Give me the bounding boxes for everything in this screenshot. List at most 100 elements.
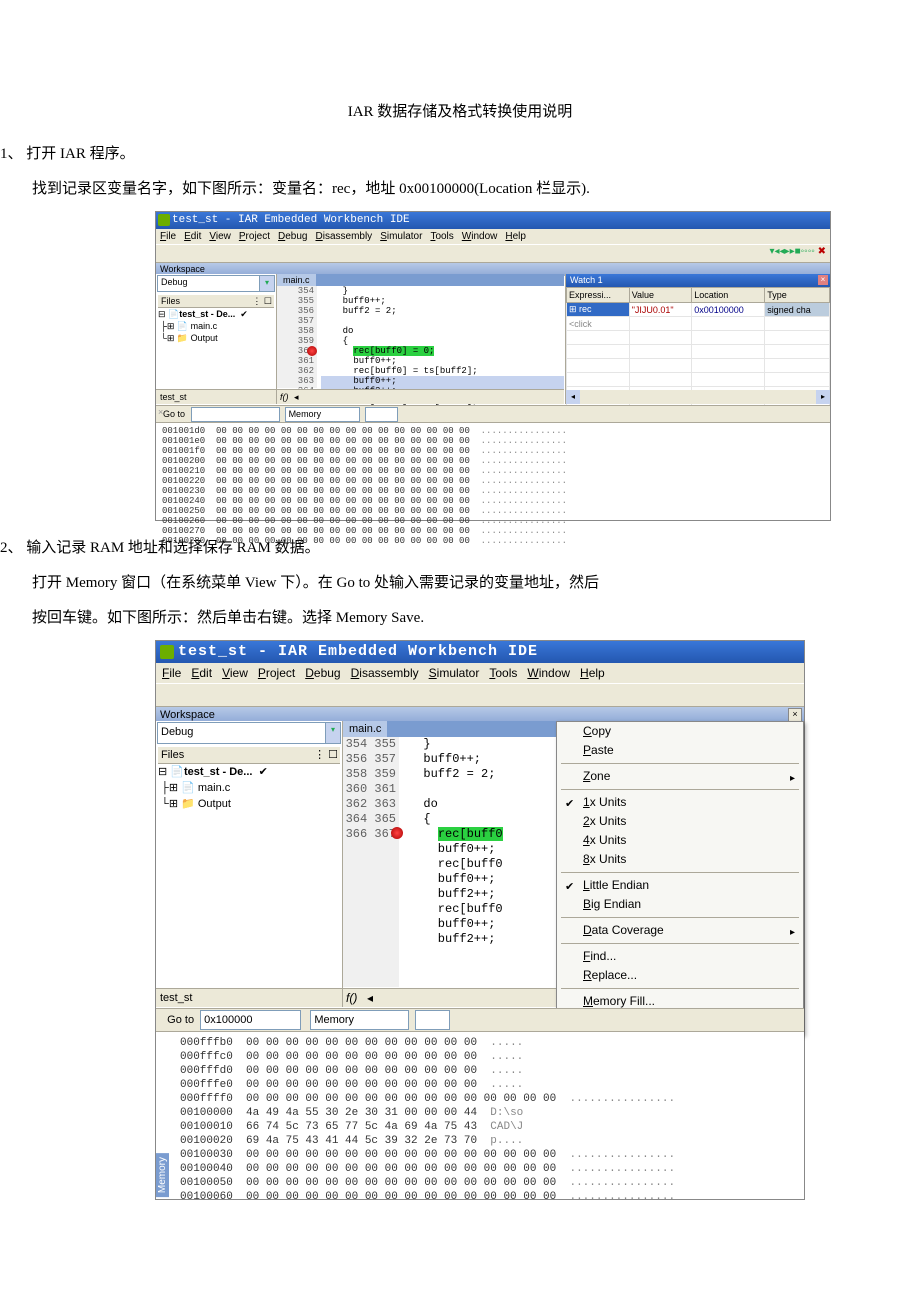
menu-item-paste[interactable]: Paste [557,741,803,760]
toolbar[interactable]: ▾◂◂▸▸■◦◦◦◦ ✖ [156,244,830,263]
watch-scrollbar[interactable]: ◂▸ [566,390,830,404]
menu-disassembly[interactable]: Disassembly [315,231,372,242]
menu-help[interactable]: Help [580,666,605,680]
breakpoint-icon[interactable] [391,827,403,839]
menu-item-4x-units[interactable]: 4x Units [557,831,803,850]
config-combo[interactable]: Debug [157,275,275,292]
menu-view[interactable]: View [222,666,248,680]
menu-item-big-endian[interactable]: Big Endian [557,895,803,914]
menu-disassembly[interactable]: Disassembly [351,666,419,680]
goto-input[interactable] [191,407,280,422]
menu-item-data-coverage[interactable]: Data Coverage▸ [557,921,803,940]
menu-project[interactable]: Project [239,231,270,242]
watch-panel: Watch 1× Expressi...ValueLocationType ⊞ … [565,274,830,404]
memory-dump[interactable]: 000fffb0 00 00 00 00 00 00 00 00 00 00 0… [156,1032,804,1208]
menu-file[interactable]: File [160,231,176,242]
debug-toolbar-icons[interactable]: ▾◂◂▸▸■◦◦◦◦ ✖ [770,246,827,257]
menu-item-8x-units[interactable]: 8x Units [557,850,803,869]
close-icon[interactable]: × [158,408,167,417]
editor-tab-main[interactable]: main.c [277,274,316,286]
memory-combo[interactable]: Memory [285,407,360,422]
menubar[interactable]: File Edit View Project Debug Disassembly Simul… [156,229,830,244]
toolbar[interactable] [156,683,804,707]
menu-help[interactable]: Help [505,231,526,242]
workspace-tab[interactable]: test_st [156,389,276,404]
menu-window[interactable]: Window [527,666,570,680]
code-area[interactable]: } buff0++; buff2 = 2; do { rec[buff0 buf… [409,737,556,987]
menu-separator [561,789,799,790]
editor-tabs[interactable]: main.c [343,721,556,737]
menu-item-find[interactable]: Find... [557,947,803,966]
menu-item-2x-units[interactable]: 2x Units [557,812,803,831]
editor[interactable]: main.c 354 355 356 357 358 359 360 361 3… [276,274,564,404]
files-header: Files⋮ ☐ [158,747,340,764]
window-title: test_st - IAR Embedded Workbench IDE [156,641,804,663]
editor-tabs[interactable]: main.c [277,274,564,286]
menu-window[interactable]: Window [462,231,498,242]
menu-debug[interactable]: Debug [305,666,340,680]
memory-combo[interactable]: Memory [310,1010,409,1030]
watch-expr[interactable]: ⊞ rec [567,303,630,317]
watch-col[interactable]: Value [629,288,692,303]
tree-output[interactable]: └⊞ 📁 Output [158,332,274,344]
menu-tools[interactable]: Tools [430,231,453,242]
menu-debug[interactable]: Debug [278,231,307,242]
gutter: 354 355 356 357 358 359 360 361 362 363 … [343,737,399,987]
menubar[interactable]: File Edit View Project Debug Disassembly Simul… [156,663,804,683]
tree-root[interactable]: ⊟ 📄test_st - De... ✔ [158,308,274,320]
menu-separator [561,943,799,944]
memory-toolbar[interactable]: Go to Memory [156,406,830,423]
watch-col[interactable]: Expressi... [567,288,630,303]
memory-width-combo[interactable] [415,1010,450,1030]
gutter: 354 355 356 357 358 359 360 361 362 363 … [277,286,317,388]
tree-main[interactable]: ├⊞ 📄 main.c [158,780,340,796]
menu-item-zone[interactable]: Zone▸ [557,767,803,786]
menu-view[interactable]: View [209,231,231,242]
memory-dump[interactable]: 001001d0 00 00 00 00 00 00 00 00 00 00 0… [156,423,830,549]
step2-line2: 按回车键。如下图所示：然后单击右键。选择 Memory Save. [0,605,920,632]
step1-head: 1、 打开 IAR 程序。 [0,141,920,168]
menu-edit[interactable]: Edit [184,231,201,242]
tree-output[interactable]: └⊞ 📁 Output [158,796,340,812]
close-icon[interactable]: × [818,275,828,285]
breakpoint-icon[interactable] [307,346,317,356]
memory-tab-vertical[interactable]: Memory [156,1153,169,1197]
tree-root[interactable]: ⊟ 📄test_st - De... ✔ [158,764,340,780]
menu-item-copy[interactable]: Copy [557,722,803,741]
menu-item-1x-units[interactable]: ✔1x Units [557,793,803,812]
window-title-text: test_st - IAR Embedded Workbench IDE [178,643,538,660]
menu-project[interactable]: Project [258,666,295,680]
menu-simulator[interactable]: Simulator [380,231,422,242]
menu-item-little-endian[interactable]: ✔Little Endian [557,876,803,895]
menu-simulator[interactable]: Simulator [429,666,480,680]
watch-col[interactable]: Type [765,288,830,303]
editor-footer: f() ◂ [277,389,564,404]
tree-main[interactable]: ├⊞ 📄 main.c [158,320,274,332]
screenshot-2: test_st - IAR Embedded Workbench IDE Fil… [155,640,805,1200]
watch-col[interactable]: Location [692,288,765,303]
memory-toolbar[interactable]: Go to 0x100000 Memory [156,1009,804,1032]
close-icon[interactable]: × [788,708,802,722]
memory-panel: × Memory Go to 0x100000 Memory 000fffb0 … [156,1008,804,1199]
code-area[interactable]: } buff0++; buff2 = 2; do { rec[buff0] = … [321,286,564,388]
editor-tab-main[interactable]: main.c [343,721,387,737]
workspace-panel: Debug Files⋮ ☐ ⊟ 📄test_st - De... ✔ ├⊞ 📄… [156,721,343,1007]
chevron-down-icon[interactable] [259,276,274,291]
menu-file[interactable]: File [162,666,181,680]
config-combo[interactable]: Debug [157,722,341,744]
window-title: test_st - IAR Embedded Workbench IDE [156,212,830,229]
menu-tools[interactable]: Tools [489,666,517,680]
editor[interactable]: main.c 354 355 356 357 358 359 360 361 3… [342,721,556,1007]
files-header: Files⋮ ☐ [158,295,274,308]
memory-width-combo[interactable] [365,407,398,422]
watch-click-hint[interactable]: <click [567,317,630,331]
chevron-down-icon[interactable] [325,723,340,743]
menu-edit[interactable]: Edit [191,666,212,680]
workspace-tab[interactable]: test_st [156,988,342,1007]
goto-input[interactable]: 0x100000 [200,1010,301,1030]
menu-separator [561,988,799,989]
watch-type: signed cha [765,303,830,317]
memory-panel: × Go to Memory 001001d0 00 00 00 00 00 0… [156,405,830,520]
menu-item-replace[interactable]: Replace... [557,966,803,985]
context-menu[interactable]: CopyPaste Zone▸ ✔1x Units2x Units4x Units8… [556,721,804,1035]
